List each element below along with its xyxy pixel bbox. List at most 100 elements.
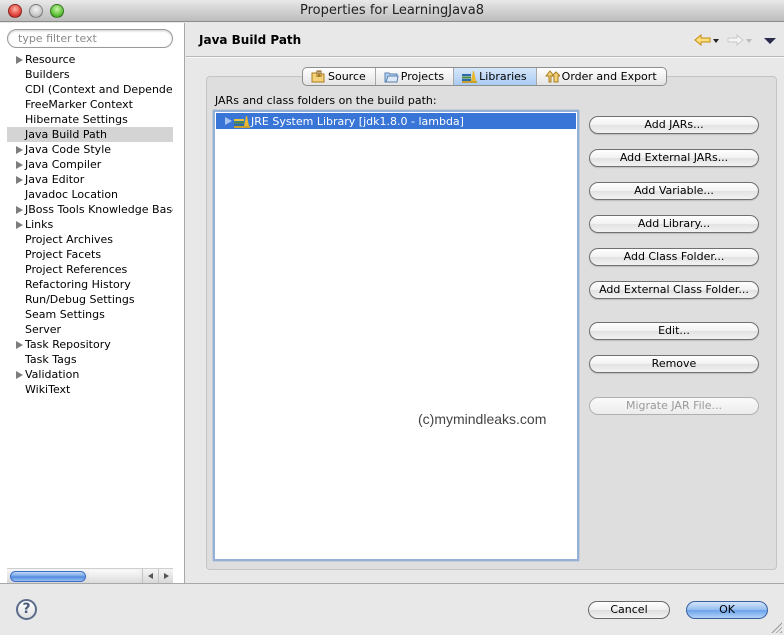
sidebar-item-label: WikiText (25, 383, 71, 396)
add-external-class-folder-button[interactable]: Add External Class Folder... (589, 281, 759, 299)
expand-arrow-icon[interactable] (16, 161, 23, 169)
list-label: JARs and class folders on the build path… (215, 94, 437, 107)
sidebar-item-label: Java Editor (25, 173, 85, 186)
sidebar-item[interactable]: Resource (7, 52, 173, 67)
list-item[interactable]: JRE System Library [jdk1.8.0 - lambda] (216, 113, 576, 129)
sidebar-item[interactable]: Validation (7, 367, 173, 382)
project-folder-icon (384, 70, 399, 83)
sidebar-item-label: Validation (25, 368, 80, 381)
expand-arrow-icon[interactable] (16, 371, 23, 379)
sidebar-item-label: Links (25, 218, 54, 231)
tab-label: Source (328, 70, 366, 83)
sidebar-item-label: Builders (25, 68, 70, 81)
tab-label: Order and Export (561, 70, 657, 83)
sidebar-item-label: Javadoc Location (25, 188, 119, 201)
expand-arrow-icon[interactable] (16, 206, 23, 214)
sidebar-item[interactable]: Run/Debug Settings (7, 292, 173, 307)
sidebar-item[interactable]: Seam Settings (7, 307, 173, 322)
build-path-list[interactable]: JRE System Library [jdk1.8.0 - lambda] (… (213, 110, 579, 561)
sidebar-item-label: Refactoring History (25, 278, 131, 291)
window-title: Properties for LearningJava8 (299, 3, 484, 18)
add-jars-button[interactable]: Add JARs... (589, 116, 759, 134)
watermark-text: (c)mymindleaks.com (418, 411, 547, 427)
sidebar-item[interactable]: Builders (7, 67, 173, 82)
sidebar-item-label: Java Build Path (25, 128, 108, 141)
sidebar-item-label: Task Repository (25, 338, 111, 351)
sidebar-item[interactable]: Refactoring History (7, 277, 173, 292)
sidebar-item[interactable]: Java Build Path (7, 127, 173, 142)
window-titlebar: Properties for LearningJava8 (0, 0, 784, 22)
sidebar-item-label: Server (25, 323, 62, 336)
sidebar-item[interactable]: Project Facets (7, 247, 173, 262)
expand-arrow-icon[interactable] (16, 341, 23, 349)
add-variable-button[interactable]: Add Variable... (589, 182, 759, 200)
list-item-label: JRE System Library [jdk1.8.0 - lambda] (251, 114, 464, 128)
tab-label: Projects (400, 70, 445, 83)
sidebar-item[interactable]: JBoss Tools Knowledge Base (7, 202, 173, 217)
tab-order-and-export[interactable]: Order and Export (537, 68, 666, 85)
tab-libraries[interactable]: Libraries (454, 68, 537, 85)
tab-projects[interactable]: Projects (376, 68, 455, 85)
ok-button[interactable]: OK (686, 601, 768, 619)
sidebar-item[interactable]: Server (7, 322, 173, 337)
help-icon[interactable]: ? (16, 599, 37, 620)
remove-button[interactable]: Remove (589, 355, 759, 373)
back-history-dropdown[interactable] (713, 39, 719, 43)
property-page-tree: Resource Builders CDI (Context and Depende… (7, 52, 173, 397)
sidebar-item[interactable]: Java Code Style (7, 142, 173, 157)
sidebar-item[interactable]: Project References (7, 262, 173, 277)
sidebar-item[interactable]: Task Repository (7, 337, 173, 352)
page-title: Java Build Path (199, 33, 302, 47)
sidebar-item-label: JBoss Tools Knowledge Base (25, 203, 173, 216)
sidebar-item-label: Task Tags (25, 353, 77, 366)
sidebar-item[interactable]: Task Tags (7, 352, 173, 367)
sidebar-item[interactable]: FreeMarker Context (7, 97, 173, 112)
scrollbar-track[interactable] (89, 570, 141, 583)
build-path-tabs: Source Projects Libraries Order and Export (302, 67, 667, 86)
sidebar-item[interactable]: Java Compiler (7, 157, 173, 172)
sidebar-item-label: Java Code Style (25, 143, 112, 156)
tab-label: Libraries (479, 70, 527, 83)
sidebar-item-label: Seam Settings (25, 308, 105, 321)
sidebar-item-label: Java Compiler (25, 158, 102, 171)
tab-source[interactable]: Source (303, 68, 376, 85)
order-export-icon (544, 70, 561, 83)
filter-field[interactable] (7, 29, 173, 48)
resize-grip[interactable] (771, 622, 782, 633)
forward-arrow-icon (727, 33, 744, 49)
sidebar-item-label: Hibernate Settings (25, 113, 128, 126)
expand-arrow-icon[interactable] (16, 56, 23, 64)
sidebar-item[interactable]: WikiText (7, 382, 173, 397)
sidebar-item-label: Project Facets (25, 248, 102, 261)
add-external-jars-button[interactable]: Add External JARs... (589, 149, 759, 167)
sidebar-horizontal-scrollbar[interactable] (7, 568, 173, 584)
sidebar-item[interactable]: Java Editor (7, 172, 173, 187)
sidebar-item[interactable]: CDI (Context and Dependen (7, 82, 173, 97)
forward-history-dropdown (746, 39, 752, 43)
expand-arrow-icon[interactable] (225, 117, 232, 125)
expand-arrow-icon[interactable] (16, 146, 23, 154)
scroll-right-button[interactable] (158, 569, 173, 584)
page-navigation (694, 33, 776, 49)
expand-arrow-icon[interactable] (16, 221, 23, 229)
sidebar-item[interactable]: Javadoc Location (7, 187, 173, 202)
scrollbar-thumb[interactable] (10, 571, 86, 582)
edit-button[interactable]: Edit... (589, 322, 759, 340)
scroll-left-button[interactable] (142, 569, 157, 584)
sidebar-item-label: Resource (25, 53, 76, 66)
add-library-button[interactable]: Add Library... (589, 215, 759, 233)
source-folder-icon (311, 70, 326, 83)
sidebar-item[interactable]: Hibernate Settings (7, 112, 173, 127)
header-separator (186, 56, 784, 58)
sidebar-item[interactable]: Project Archives (7, 232, 173, 247)
sidebar-item-label: Project Archives (25, 233, 114, 246)
back-arrow-icon[interactable] (694, 33, 711, 49)
expand-arrow-icon[interactable] (16, 176, 23, 184)
filter-input[interactable] (18, 32, 168, 45)
libraries-icon (462, 70, 478, 83)
cancel-button[interactable]: Cancel (588, 601, 670, 619)
sidebar-item[interactable]: Links (7, 217, 173, 232)
view-menu-icon[interactable] (764, 38, 776, 44)
sidebar-item-label: CDI (Context and Dependen (25, 83, 173, 96)
add-class-folder-button[interactable]: Add Class Folder... (589, 248, 759, 266)
